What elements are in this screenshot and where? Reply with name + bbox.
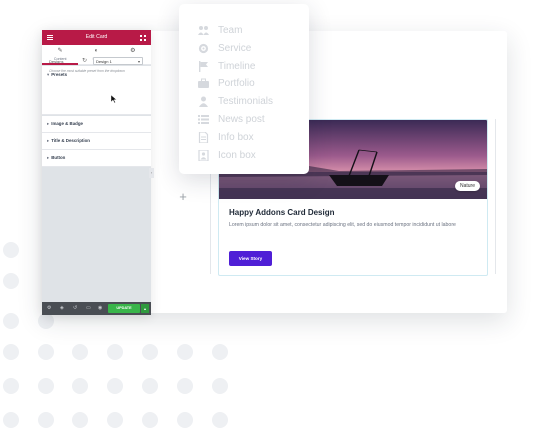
panel-footer: ⚙ ◈ ↺ ▭ ◉ UPDATE ▴ xyxy=(42,302,151,315)
update-options-button[interactable]: ▴ xyxy=(141,304,149,313)
menu-item-team[interactable]: Team xyxy=(198,23,242,37)
card-badge: Nature xyxy=(454,181,480,191)
menu-item-timeline[interactable]: Timeline xyxy=(198,59,255,73)
caret-right-icon: ▸ xyxy=(47,121,50,126)
menu-item-news-post[interactable]: News post xyxy=(198,112,265,126)
column-divider xyxy=(495,119,496,274)
gear-icon: ⚙ xyxy=(130,48,136,54)
caret-right-icon: ▸ xyxy=(47,155,50,160)
reset-icon[interactable]: ↻ xyxy=(82,57,87,64)
menu-item-testimonials[interactable]: Testimonials xyxy=(198,94,273,108)
list-icon xyxy=(198,114,209,124)
chevron-down-icon: ▾ xyxy=(137,59,140,64)
widget-menu: Team Service Timeline Portfolio Testimon… xyxy=(179,4,309,174)
team-icon xyxy=(198,25,209,35)
section-button[interactable]: ▸ Button xyxy=(42,150,151,167)
designs-select[interactable]: Design 1 ▾ xyxy=(93,57,143,65)
stage: + Nature Happy Addons Card Design Lorem … xyxy=(0,0,541,432)
gear-icon xyxy=(198,43,209,53)
card-title: Happy Addons Card Design xyxy=(229,208,335,217)
settings-icon[interactable]: ⚙ xyxy=(47,305,51,312)
designs-label: Designs xyxy=(49,59,64,64)
update-button[interactable]: UPDATE xyxy=(108,304,140,313)
pencil-icon: ✎ xyxy=(57,48,63,54)
view-story-button[interactable]: View Story xyxy=(229,251,272,266)
menu-item-info-box[interactable]: Info box xyxy=(198,130,254,144)
layers-icon[interactable]: ◈ xyxy=(60,305,64,312)
panel-title: Edit Card xyxy=(85,34,108,40)
menu-item-service[interactable]: Service xyxy=(198,41,251,55)
menu-item-portfolio[interactable]: Portfolio xyxy=(198,76,255,90)
responsive-icon[interactable]: ▭ xyxy=(86,305,91,312)
half-circle-icon: ◐ xyxy=(94,48,99,54)
mouse-cursor-icon xyxy=(111,95,117,103)
section-presets: ▾ Presets xyxy=(42,66,151,115)
widgets-grid-icon[interactable] xyxy=(140,35,146,41)
user-icon xyxy=(199,96,208,107)
collapse-panel-handle[interactable]: ‹ xyxy=(149,168,154,178)
history-icon[interactable]: ↺ xyxy=(73,305,77,312)
preview-icon[interactable]: ◉ xyxy=(98,305,102,312)
briefcase-icon xyxy=(198,78,209,88)
section-image-badge[interactable]: ▸ Image & Badge xyxy=(42,116,151,133)
section-title-description[interactable]: ▸ Title & Description xyxy=(42,133,151,150)
editor-panel: Edit Card ✎ Content ◐ Style ⚙ Advanced ▾… xyxy=(42,30,151,315)
designs-hint: Choose the most suitable preset from the… xyxy=(49,69,125,73)
caret-right-icon: ▸ xyxy=(47,138,50,143)
panel-header: Edit Card xyxy=(42,30,151,45)
menu-item-icon-box[interactable]: Icon box xyxy=(198,148,256,162)
card-description: Lorem ipsum dolor sit amet, consectetur … xyxy=(229,222,456,228)
image-icon xyxy=(198,149,209,161)
flag-icon xyxy=(199,60,208,72)
add-element-icon[interactable]: + xyxy=(176,190,190,204)
document-icon xyxy=(198,131,209,143)
